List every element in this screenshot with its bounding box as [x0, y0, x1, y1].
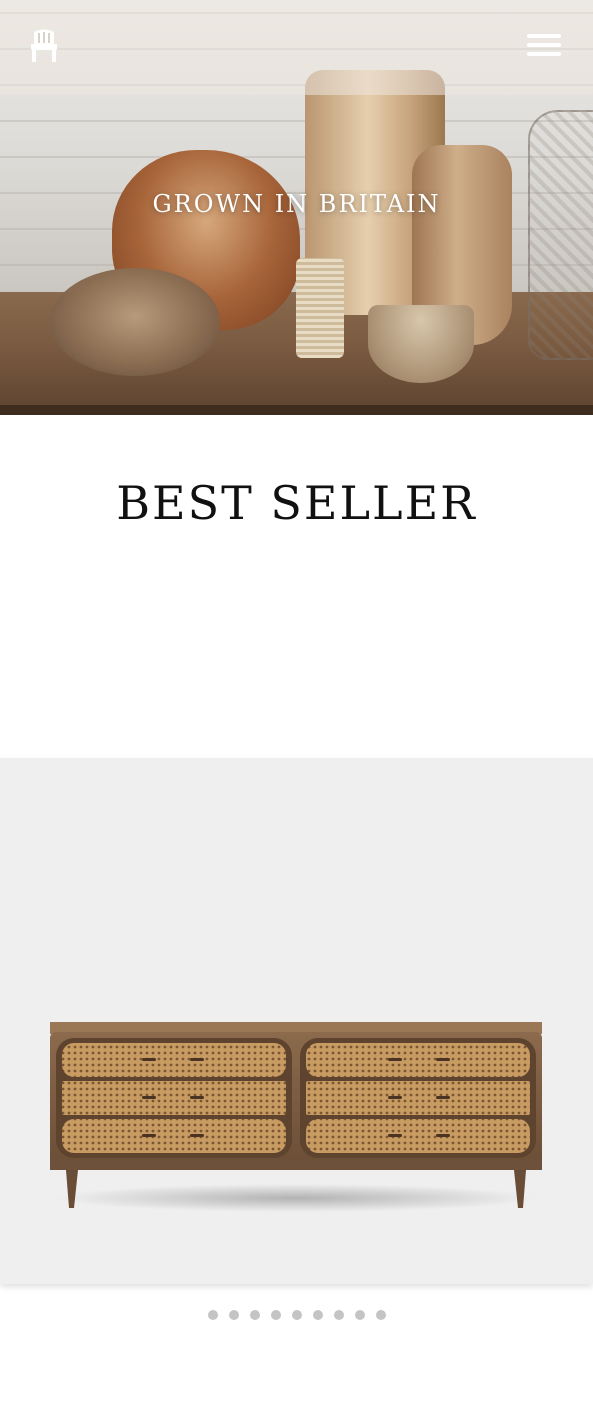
hero-title: GROWN IN BRITAIN	[152, 190, 441, 218]
carousel-dot[interactable]	[354, 1310, 365, 1320]
carousel-dot[interactable]	[312, 1310, 323, 1320]
carousel-dot[interactable]	[207, 1310, 218, 1320]
small-woven-bowl	[368, 305, 474, 383]
top-bar	[0, 0, 593, 95]
wire-basket	[528, 110, 593, 360]
table-edge	[0, 405, 593, 415]
carousel-dot[interactable]	[333, 1310, 344, 1320]
hero-banner: GROWN IN BRITAIN	[0, 0, 593, 415]
carousel-dot[interactable]	[228, 1310, 239, 1320]
carousel-dot[interactable]	[375, 1310, 386, 1320]
best-seller-title: BEST SELLER	[116, 476, 477, 530]
carousel-dots	[0, 1310, 593, 1322]
woven-cylinder	[296, 258, 344, 358]
product-slide[interactable]	[0, 758, 593, 1284]
carousel-dot[interactable]	[270, 1310, 281, 1320]
dresser-product-image	[50, 1022, 542, 1212]
chair-logo-icon[interactable]	[29, 28, 59, 62]
hamburger-menu-icon[interactable]	[527, 33, 561, 59]
root-nest-basket	[50, 268, 220, 376]
carousel-dot[interactable]	[291, 1310, 302, 1320]
carousel-dot[interactable]	[249, 1310, 260, 1320]
